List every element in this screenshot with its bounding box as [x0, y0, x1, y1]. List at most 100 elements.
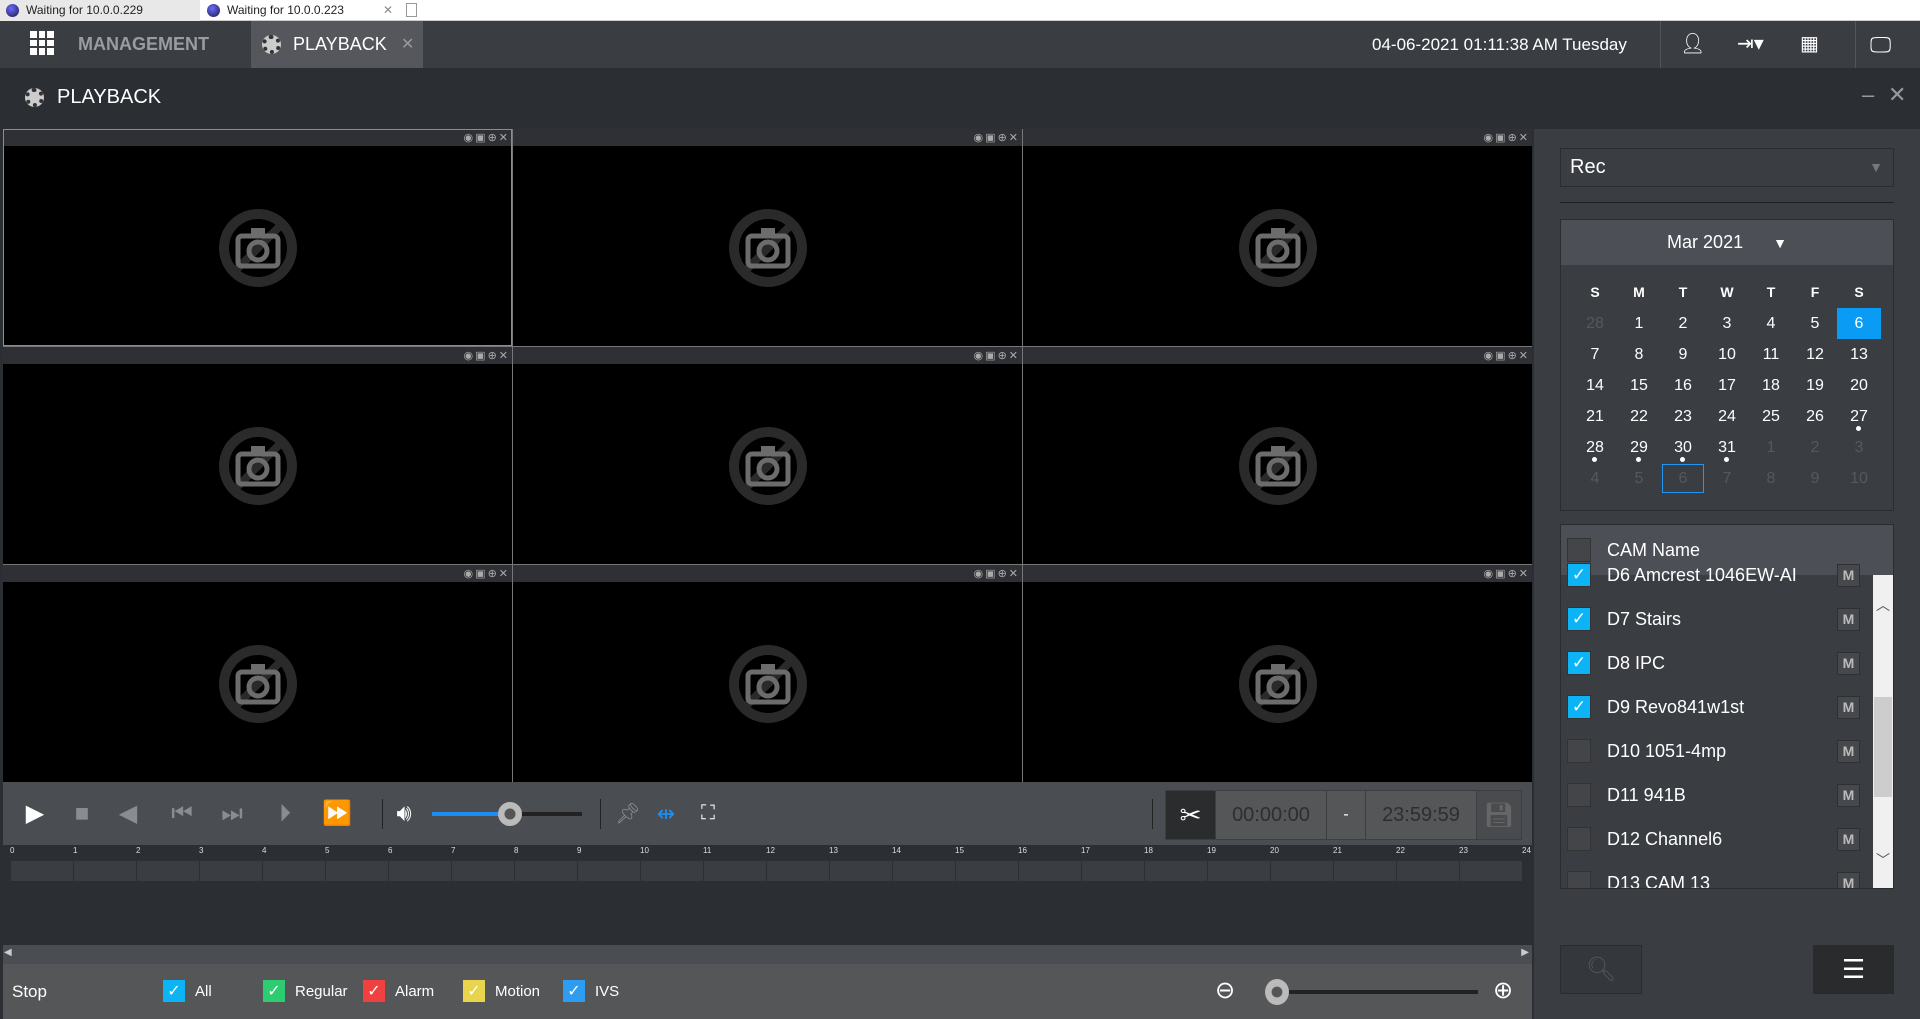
camera-list-item[interactable]: D13 CAM 13 M	[1561, 861, 1893, 888]
zoom-in-icon[interactable]: ⊕	[1493, 976, 1513, 1005]
snapshot-icon[interactable]: ▣	[985, 349, 995, 362]
timeline-hour-segment[interactable]	[1081, 861, 1144, 881]
filter-ivs[interactable]: ✓ IVS	[563, 980, 619, 1002]
mark-button[interactable]: M	[1837, 739, 1860, 763]
video-tile[interactable]: ◉ ▣ ⊕ ✕	[513, 565, 1022, 782]
calendar-day[interactable]: 17	[1705, 370, 1749, 401]
filter-regular[interactable]: ✓ Regular	[263, 980, 348, 1002]
close-icon[interactable]: ✕	[1519, 349, 1528, 362]
calendar-day[interactable]: 26	[1793, 401, 1837, 432]
sync-marker-icon[interactable]: ⇹	[651, 782, 681, 845]
timeline-hour-segment[interactable]	[325, 861, 388, 881]
mark-button[interactable]: M	[1837, 563, 1860, 587]
snapshot-icon[interactable]: ▣	[985, 567, 995, 580]
calendar-day[interactable]: 31	[1705, 432, 1749, 463]
camera-checkbox[interactable]: ✓	[1567, 607, 1591, 631]
eye-icon[interactable]: ◉	[464, 349, 474, 362]
record-type-select[interactable]: Rec ▼	[1560, 148, 1894, 187]
timeline-hour-segment[interactable]	[577, 861, 640, 881]
camera-list-scrollbar[interactable]: ︿ ﹀	[1873, 575, 1893, 888]
snapshot-icon[interactable]: ▣	[1495, 349, 1505, 362]
video-tile[interactable]: ◉ ▣ ⊕ ✕	[3, 347, 512, 564]
eye-icon[interactable]: ◉	[974, 349, 984, 362]
snapshot-icon[interactable]: ▣	[475, 131, 485, 144]
zoom-icon[interactable]: ⊕	[1508, 131, 1517, 144]
video-tile[interactable]: ◉ ▣ ⊕ ✕	[1023, 129, 1532, 346]
timeline-hour-segment[interactable]	[1207, 861, 1270, 881]
close-icon[interactable]: ✕	[1009, 567, 1018, 580]
management-tab[interactable]: MANAGEMENT	[78, 21, 209, 68]
timeline[interactable]: 0 1 2 3 4 5 6 7 8 9 10 11 12 13 14 15 16 17 18 19 20 21 22 23 24	[3, 845, 1532, 945]
camera-list-item[interactable]: ✓ D9 Revo841w1st M	[1561, 685, 1893, 729]
calendar-day[interactable]: 7	[1705, 463, 1749, 494]
snapshot-icon[interactable]: ▣	[985, 131, 995, 144]
pin-icon[interactable]: 📌︎	[613, 782, 643, 845]
fullscreen-icon[interactable]: ⛶	[693, 782, 723, 845]
zoom-slider-handle[interactable]	[1265, 979, 1289, 1005]
calendar-day[interactable]: 13	[1837, 339, 1881, 370]
calendar-day[interactable]: 14	[1573, 370, 1617, 401]
qr-code-icon[interactable]: ▦	[1800, 21, 1819, 68]
timeline-hour-segment[interactable]	[73, 861, 136, 881]
calendar-day[interactable]: 7	[1573, 339, 1617, 370]
calendar-day[interactable]: 30	[1661, 432, 1705, 463]
new-tab-button[interactable]	[402, 0, 422, 21]
camera-list-item[interactable]: ✓ D7 Stairs M	[1561, 597, 1893, 641]
browser-tab-active[interactable]: Waiting for 10.0.0.223 ✕	[201, 0, 401, 21]
calendar-day[interactable]: 2	[1793, 432, 1837, 463]
zoom-icon[interactable]: ⊕	[488, 349, 497, 362]
close-icon[interactable]: ✕	[1009, 131, 1018, 144]
calendar-day[interactable]: 18	[1749, 370, 1793, 401]
timeline-bar[interactable]	[10, 861, 1522, 881]
timeline-hour-segment[interactable]	[1333, 861, 1396, 881]
calendar-day[interactable]: 19	[1793, 370, 1837, 401]
checkbox-checked-icon[interactable]: ✓	[463, 980, 485, 1002]
eye-icon[interactable]: ◉	[464, 131, 474, 144]
calendar-day[interactable]: 1	[1749, 432, 1793, 463]
calendar-day[interactable]: 3	[1837, 432, 1881, 463]
mark-button[interactable]: M	[1837, 695, 1860, 719]
timeline-hour-segment[interactable]	[640, 861, 703, 881]
timeline-hour-segment[interactable]	[10, 861, 73, 881]
fast-forward-button[interactable]: ⏩	[317, 782, 357, 845]
snapshot-icon[interactable]: ▣	[475, 567, 485, 580]
timeline-hour-segment[interactable]	[262, 861, 325, 881]
timeline-hour-segment[interactable]	[1396, 861, 1459, 881]
timeline-hour-segment[interactable]	[136, 861, 199, 881]
camera-checkbox[interactable]: ✓	[1567, 695, 1591, 719]
timeline-hour-segment[interactable]	[955, 861, 1018, 881]
camera-checkbox[interactable]	[1567, 783, 1591, 807]
snapshot-icon[interactable]: ▣	[475, 349, 485, 362]
calendar-day[interactable]: 12	[1793, 339, 1837, 370]
camera-checkbox[interactable]	[1567, 739, 1591, 763]
user-icon[interactable]: 👤︎	[1680, 21, 1705, 68]
zoom-icon[interactable]: ⊕	[998, 349, 1007, 362]
timeline-zoom-slider[interactable]	[1265, 979, 1478, 1005]
camera-checkbox[interactable]: ✓	[1567, 651, 1591, 675]
next-frame-button[interactable]: ⏭	[215, 782, 249, 845]
camera-checkbox[interactable]	[1567, 827, 1591, 851]
checkbox-checked-icon[interactable]: ✓	[163, 980, 185, 1002]
timeline-hour-segment[interactable]	[1144, 861, 1207, 881]
timeline-hour-segment[interactable]	[199, 861, 262, 881]
mark-button[interactable]: M	[1837, 651, 1860, 675]
camera-list-item[interactable]: D11 941B M	[1561, 773, 1893, 817]
close-icon[interactable]: ✕	[1009, 349, 1018, 362]
close-icon[interactable]: ✕	[499, 349, 508, 362]
snapshot-icon[interactable]: ▣	[1495, 567, 1505, 580]
eye-icon[interactable]: ◉	[974, 131, 984, 144]
timeline-hour-segment[interactable]	[1018, 861, 1081, 881]
zoom-icon[interactable]: ⊕	[998, 131, 1007, 144]
scroll-down-icon[interactable]: ﹀	[1873, 850, 1893, 870]
calendar-day[interactable]: 4	[1749, 308, 1793, 339]
zoom-icon[interactable]: ⊕	[488, 567, 497, 580]
calendar-day[interactable]: 5	[1617, 463, 1661, 494]
timeline-hour-segment[interactable]	[766, 861, 829, 881]
camera-list-item[interactable]: ✓ D8 IPC M	[1561, 641, 1893, 685]
scrollbar-thumb[interactable]	[1874, 697, 1892, 797]
video-tile[interactable]: ◉ ▣ ⊕ ✕	[1023, 565, 1532, 782]
camera-list-item[interactable]: D10 1051-4mp M	[1561, 729, 1893, 773]
volume-icon[interactable]: 🔊︎	[388, 782, 420, 845]
logout-icon[interactable]: ⇥▾	[1737, 21, 1764, 68]
timeline-hour-segment[interactable]	[1270, 861, 1333, 881]
